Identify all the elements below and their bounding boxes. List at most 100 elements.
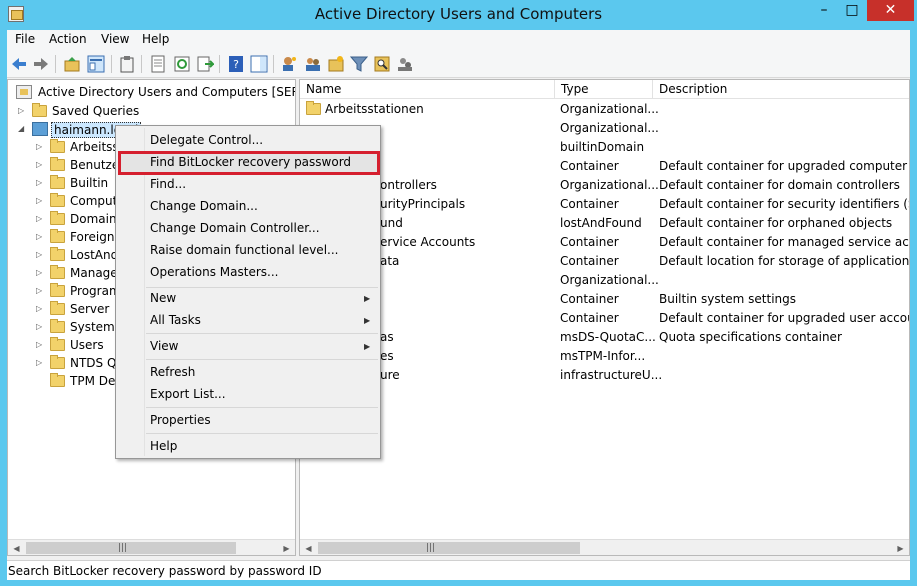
table-row[interactable]: ervice Accounts Container Default containe… bbox=[300, 233, 909, 252]
table-row[interactable]: Container Default container for upgraded … bbox=[300, 157, 909, 176]
menu-item-find[interactable]: Find... bbox=[150, 174, 186, 196]
menu-item-properties[interactable]: Properties bbox=[150, 410, 211, 432]
expand-arrow-icon[interactable]: ▷ bbox=[36, 196, 44, 205]
new-group-icon[interactable] bbox=[304, 55, 322, 73]
menu-item-delegate-control[interactable]: Delegate Control... bbox=[150, 130, 263, 152]
close-button[interactable]: ✕ bbox=[867, 0, 914, 21]
tree-item-label: Comput bbox=[70, 194, 118, 208]
menu-item-operations-masters[interactable]: Operations Masters... bbox=[150, 262, 278, 284]
menu-separator bbox=[146, 333, 378, 334]
up-folder-icon[interactable] bbox=[63, 55, 81, 73]
clipboard-icon[interactable] bbox=[118, 55, 136, 73]
new-ou-icon[interactable] bbox=[327, 55, 345, 73]
table-row[interactable]: builtinDomain bbox=[300, 138, 909, 157]
table-row[interactable]: es msTPM-Infor... bbox=[300, 347, 909, 366]
details-pane: Name Type Description Arbeitsstationen O… bbox=[299, 79, 910, 556]
table-row[interactable]: as msDS-QuotaC... Quota specifications con… bbox=[300, 328, 909, 347]
expand-arrow-icon[interactable]: ▷ bbox=[36, 142, 44, 151]
table-row[interactable]: ontrollers Organizational... Default conta… bbox=[300, 176, 909, 195]
expand-arrow-icon[interactable]: ▷ bbox=[36, 214, 44, 223]
help-icon[interactable]: ? bbox=[227, 55, 245, 73]
scroll-grip-icon: ||| bbox=[118, 543, 128, 553]
window-title: Active Directory Users and Computers bbox=[314, 5, 603, 23]
row-name: es bbox=[380, 349, 394, 363]
toolbar: ? bbox=[7, 50, 910, 78]
filter-icon[interactable] bbox=[350, 55, 368, 73]
expand-arrow-icon[interactable]: ▷ bbox=[36, 358, 44, 367]
folder-icon bbox=[50, 157, 65, 171]
row-type: Container bbox=[560, 254, 619, 268]
table-row[interactable]: und lostAndFound Default container for orp… bbox=[300, 214, 909, 233]
tree-item-saved-queries[interactable]: ▷ Saved Queries bbox=[18, 103, 198, 121]
toolbar-separator bbox=[219, 55, 220, 73]
scroll-right-icon[interactable]: ▶ bbox=[278, 540, 295, 555]
row-name: ure bbox=[380, 368, 400, 382]
table-row[interactable]: Organizational... bbox=[300, 119, 909, 138]
table-row[interactable]: Container Default container for upgraded … bbox=[300, 309, 909, 328]
scroll-right-icon[interactable]: ▶ bbox=[892, 540, 909, 555]
expand-arrow-icon[interactable]: ▷ bbox=[36, 232, 44, 241]
table-row[interactable]: Organizational... bbox=[300, 271, 909, 290]
console-tree-icon[interactable] bbox=[87, 55, 105, 73]
menu-item-new[interactable]: New bbox=[150, 288, 176, 310]
expand-arrow-icon[interactable]: ▷ bbox=[36, 340, 44, 349]
expand-arrow-icon[interactable]: ▷ bbox=[36, 304, 44, 313]
menu-item-help[interactable]: Help bbox=[150, 436, 177, 458]
title-bar[interactable]: Active Directory Users and Computers – □… bbox=[0, 0, 917, 30]
row-description: Default container for domain controllers bbox=[659, 178, 900, 192]
add-to-group-icon[interactable] bbox=[396, 55, 414, 73]
expand-arrow-icon[interactable]: ▷ bbox=[36, 286, 44, 295]
action-pane-icon[interactable] bbox=[250, 55, 268, 73]
table-row[interactable]: Arbeitsstationen Organizational... bbox=[300, 100, 909, 119]
table-row[interactable]: urityPrincipals Container Default containe… bbox=[300, 195, 909, 214]
minimize-button[interactable]: – bbox=[810, 0, 838, 21]
scroll-thumb[interactable] bbox=[318, 542, 580, 554]
tree-item-label: Server bbox=[70, 302, 110, 316]
menu-item-all-tasks[interactable]: All Tasks bbox=[150, 310, 201, 332]
expand-arrow-icon[interactable]: ▷ bbox=[18, 106, 26, 115]
table-row[interactable]: Container Builtin system settings bbox=[300, 290, 909, 309]
row-type: Container bbox=[560, 197, 619, 211]
folder-icon bbox=[50, 139, 65, 153]
details-horizontal-scrollbar[interactable]: ◀ ||| ▶ bbox=[300, 539, 909, 555]
expand-arrow-icon[interactable]: ▷ bbox=[36, 268, 44, 277]
column-header-description[interactable]: Description bbox=[653, 80, 909, 99]
expand-arrow-icon[interactable]: ▷ bbox=[36, 322, 44, 331]
export-list-icon[interactable] bbox=[196, 55, 214, 73]
scroll-thumb[interactable] bbox=[26, 542, 236, 554]
refresh-icon[interactable] bbox=[173, 55, 191, 73]
column-header-name[interactable]: Name bbox=[300, 80, 555, 99]
menu-item-raise-domain-functional-level[interactable]: Raise domain functional level... bbox=[150, 240, 338, 262]
scroll-left-icon[interactable]: ◀ bbox=[300, 540, 317, 555]
forward-arrow-icon[interactable] bbox=[32, 55, 50, 73]
menu-item-export-list[interactable]: Export List... bbox=[150, 384, 226, 406]
expand-arrow-icon[interactable]: ▷ bbox=[36, 178, 44, 187]
tree-horizontal-scrollbar[interactable]: ◀ ||| ▶ bbox=[8, 539, 295, 555]
back-arrow-icon[interactable] bbox=[10, 55, 28, 73]
scroll-left-icon[interactable]: ◀ bbox=[8, 540, 25, 555]
expand-arrow-icon[interactable]: ▷ bbox=[36, 160, 44, 169]
table-row[interactable]: ure infrastructureU... bbox=[300, 366, 909, 385]
tree-item-label: Program bbox=[70, 284, 121, 298]
menu-view[interactable]: View bbox=[101, 32, 129, 46]
menu-file[interactable]: File bbox=[15, 32, 35, 46]
expand-arrow-icon[interactable]: ▷ bbox=[36, 250, 44, 259]
tree-root[interactable]: Active Directory Users and Computers [SE… bbox=[14, 84, 295, 102]
table-row[interactable]: ata Container Default location for storage… bbox=[300, 252, 909, 271]
collapse-arrow-icon[interactable]: ◢ bbox=[18, 124, 26, 133]
column-header-type[interactable]: Type bbox=[555, 80, 653, 99]
menu-item-refresh[interactable]: Refresh bbox=[150, 362, 195, 384]
scroll-grip-icon: ||| bbox=[426, 543, 436, 553]
maximize-button[interactable]: □ bbox=[838, 0, 866, 21]
menu-item-change-domain-controller[interactable]: Change Domain Controller... bbox=[150, 218, 320, 240]
menu-separator bbox=[146, 359, 378, 360]
new-user-icon[interactable] bbox=[280, 55, 298, 73]
menu-separator bbox=[146, 433, 378, 434]
menu-item-change-domain[interactable]: Change Domain... bbox=[150, 196, 258, 218]
menu-item-find-bitlocker-recovery-password[interactable]: Find BitLocker recovery password bbox=[150, 152, 351, 174]
properties-icon[interactable] bbox=[149, 55, 167, 73]
find-icon[interactable] bbox=[373, 55, 391, 73]
menu-action[interactable]: Action bbox=[49, 32, 87, 46]
menu-item-view[interactable]: View bbox=[150, 336, 178, 358]
menu-help[interactable]: Help bbox=[142, 32, 169, 46]
